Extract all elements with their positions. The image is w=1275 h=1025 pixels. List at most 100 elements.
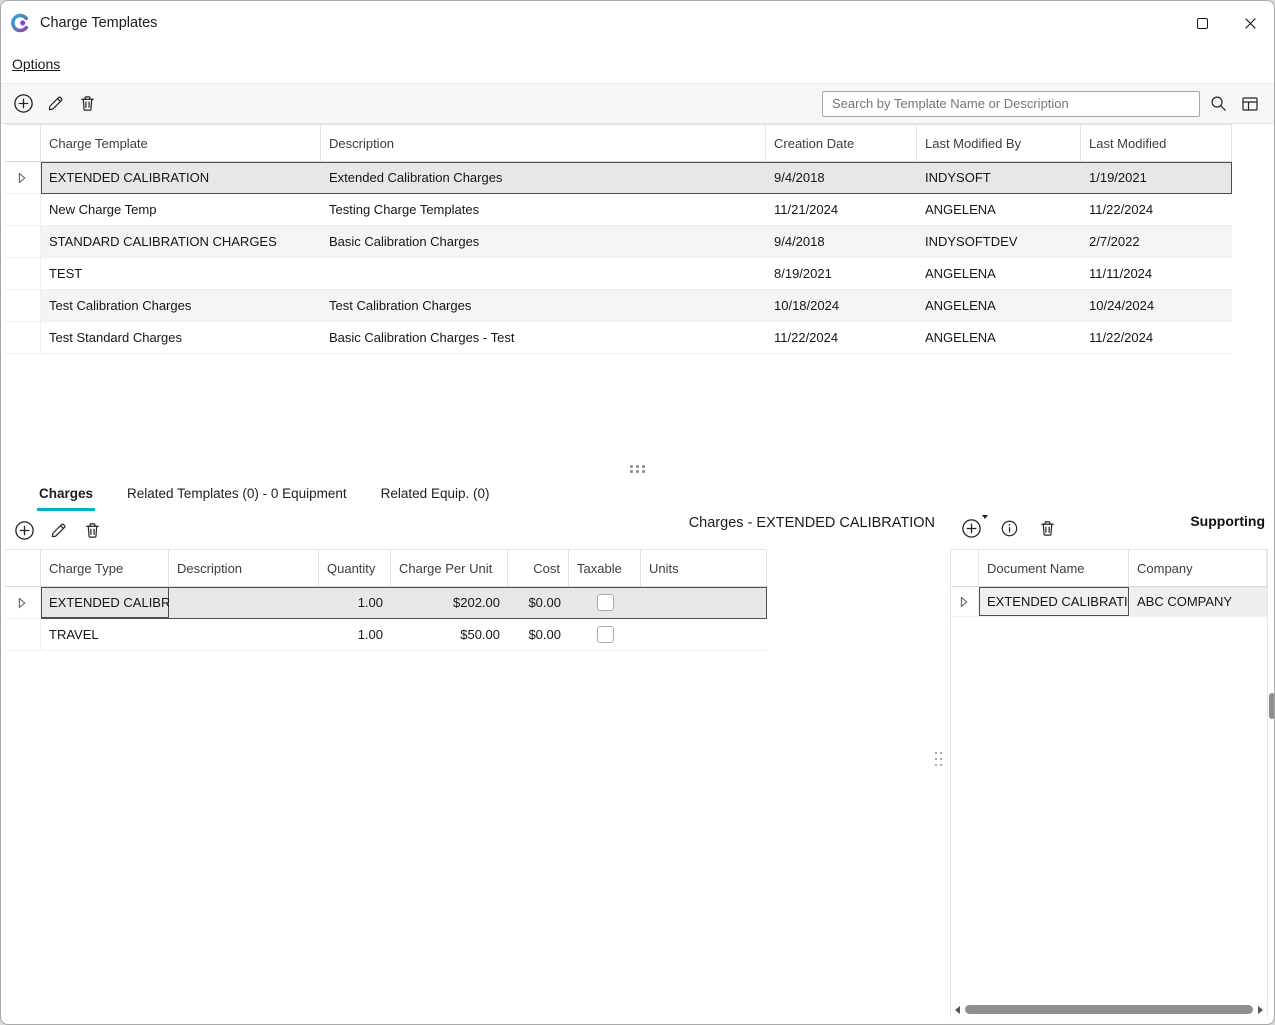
- template-row[interactable]: New Charge Temp Testing Charge Templates…: [41, 194, 1232, 226]
- templates-data-area: Charge Template Description Creation Dat…: [41, 124, 1232, 354]
- supporting-panel-title: Supporting: [1190, 513, 1265, 529]
- cell-last-modified: 11/22/2024: [1081, 194, 1232, 225]
- column-header-charge-type[interactable]: Charge Type: [41, 550, 169, 586]
- column-header-company[interactable]: Company: [1129, 550, 1267, 586]
- layout-options-button[interactable]: [1236, 90, 1264, 118]
- charge-row[interactable]: EXTENDED CALIBR 1.00 $202.00 $0.00: [41, 587, 767, 619]
- column-header-description[interactable]: Description: [169, 550, 319, 586]
- charges-grid-header: Charge Type Description Quantity Charge …: [41, 549, 767, 587]
- search-input[interactable]: [822, 91, 1200, 117]
- add-template-button[interactable]: [9, 90, 37, 118]
- cell-last-modified: 2/7/2022: [1081, 226, 1232, 257]
- cell-creation-date: 10/18/2024: [766, 290, 917, 321]
- template-row[interactable]: STANDARD CALIBRATION CHARGES Basic Calib…: [41, 226, 1232, 258]
- search-button[interactable]: [1204, 90, 1232, 118]
- cell-charge-template: Test Calibration Charges: [41, 290, 321, 321]
- cell-last-modified-by: ANGELENA: [917, 290, 1081, 321]
- cell-description: Basic Calibration Charges - Test: [321, 322, 766, 353]
- document-info-button[interactable]: [995, 514, 1023, 542]
- column-header-taxable[interactable]: Taxable: [569, 550, 641, 586]
- column-header-units[interactable]: Units: [641, 550, 767, 586]
- cell-cost: $0.00: [508, 619, 569, 650]
- cell-description: [169, 587, 319, 618]
- row-indicator-arrow-icon: [18, 597, 27, 609]
- layout-options-icon: [1240, 94, 1260, 114]
- scroll-right-icon: [1258, 1006, 1263, 1014]
- column-header-quantity[interactable]: Quantity: [319, 550, 391, 586]
- row-indicator-arrow-icon: [960, 596, 969, 608]
- menu-options[interactable]: Options: [12, 56, 60, 72]
- column-header-charge-per-unit[interactable]: Charge Per Unit: [391, 550, 508, 586]
- info-icon: [1000, 519, 1019, 538]
- maximize-icon: [1197, 18, 1208, 29]
- cell-cost: $0.00: [508, 587, 569, 618]
- vertical-scrollbar-thumb[interactable]: [1269, 693, 1275, 719]
- template-row[interactable]: TEST 8/19/2021 ANGELENA 11/11/2024: [41, 258, 1232, 290]
- cell-last-modified: 11/11/2024: [1081, 258, 1232, 289]
- scroll-left-button[interactable]: [951, 1002, 964, 1017]
- column-header-last-modified[interactable]: Last Modified: [1081, 125, 1232, 161]
- indicator-header: [951, 549, 979, 587]
- template-row[interactable]: EXTENDED CALIBRATION Extended Calibratio…: [41, 162, 1232, 194]
- column-header-description[interactable]: Description: [321, 125, 766, 161]
- cell-description: Testing Charge Templates: [321, 194, 766, 225]
- template-row[interactable]: Test Standard Charges Basic Calibration …: [41, 322, 1232, 354]
- documents-data-area: Document Name Company EXTENDED CALIBRATI…: [979, 549, 1267, 617]
- charges-grid: Charge Type Description Quantity Charge …: [5, 549, 767, 651]
- tab-related-templates[interactable]: Related Templates (0) - 0 Equipment: [125, 478, 349, 511]
- tab-charges[interactable]: Charges: [37, 478, 95, 511]
- maximize-button[interactable]: [1178, 1, 1226, 45]
- menu-bar: Options: [1, 45, 1274, 83]
- vertical-splitter[interactable]: [934, 751, 943, 767]
- close-button[interactable]: [1226, 1, 1274, 45]
- delete-template-button[interactable]: [73, 90, 101, 118]
- trash-icon: [83, 521, 102, 540]
- column-header-cost[interactable]: Cost: [508, 550, 569, 586]
- scrollbar-thumb[interactable]: [965, 1005, 1253, 1014]
- add-document-button[interactable]: [957, 514, 985, 542]
- row-indicator: [5, 162, 41, 194]
- charge-row[interactable]: TRAVEL 1.00 $50.00 $0.00: [41, 619, 767, 651]
- cell-charge-type: TRAVEL: [41, 619, 169, 650]
- delete-charge-button[interactable]: [78, 516, 106, 544]
- cell-charge-template: Test Standard Charges: [41, 322, 321, 353]
- template-row[interactable]: Test Calibration Charges Test Calibratio…: [41, 290, 1232, 322]
- cell-description: Basic Calibration Charges: [321, 226, 766, 257]
- edit-pencil-icon: [46, 94, 65, 113]
- cell-description: Extended Calibration Charges: [321, 162, 766, 193]
- cell-charge-template: STANDARD CALIBRATION CHARGES: [41, 226, 321, 257]
- edit-template-button[interactable]: [41, 90, 69, 118]
- panel-divider: [1267, 549, 1268, 1017]
- horizontal-splitter[interactable]: [1, 461, 1274, 477]
- cell-charge-per-unit: $50.00: [391, 619, 508, 650]
- templates-grid: Charge Template Description Creation Dat…: [5, 124, 1232, 354]
- tab-related-equip[interactable]: Related Equip. (0): [379, 478, 492, 511]
- scrollbar-track[interactable]: [964, 1002, 1254, 1017]
- horizontal-scrollbar: [951, 1002, 1267, 1017]
- dropdown-caret-icon: [982, 515, 988, 519]
- row-indicator: [5, 290, 41, 322]
- document-row[interactable]: EXTENDED CALIBRATI ABC COMPANY: [979, 587, 1267, 617]
- column-header-last-modified-by[interactable]: Last Modified By: [917, 125, 1081, 161]
- main-toolbar: [1, 83, 1274, 124]
- add-icon: [14, 520, 35, 541]
- taxable-checkbox[interactable]: [597, 626, 614, 643]
- app-logo-icon: [10, 13, 30, 33]
- cell-charge-template: New Charge Temp: [41, 194, 321, 225]
- taxable-checkbox[interactable]: [597, 594, 614, 611]
- column-header-document-name[interactable]: Document Name: [979, 550, 1129, 586]
- add-icon: [13, 93, 34, 114]
- titlebar: Charge Templates: [1, 1, 1274, 45]
- delete-document-button[interactable]: [1033, 514, 1061, 542]
- edit-charge-button[interactable]: [44, 516, 72, 544]
- row-indicator: [5, 226, 41, 258]
- column-header-creation-date[interactable]: Creation Date: [766, 125, 917, 161]
- cell-last-modified: 10/24/2024: [1081, 290, 1232, 321]
- indicator-header: [5, 124, 41, 162]
- cell-quantity: 1.00: [319, 619, 391, 650]
- edit-pencil-icon: [49, 521, 68, 540]
- add-charge-button[interactable]: [10, 516, 38, 544]
- column-header-charge-template[interactable]: Charge Template: [41, 125, 321, 161]
- scroll-right-button[interactable]: [1254, 1002, 1267, 1017]
- supporting-documents-grid: Document Name Company EXTENDED CALIBRATI…: [951, 549, 1267, 617]
